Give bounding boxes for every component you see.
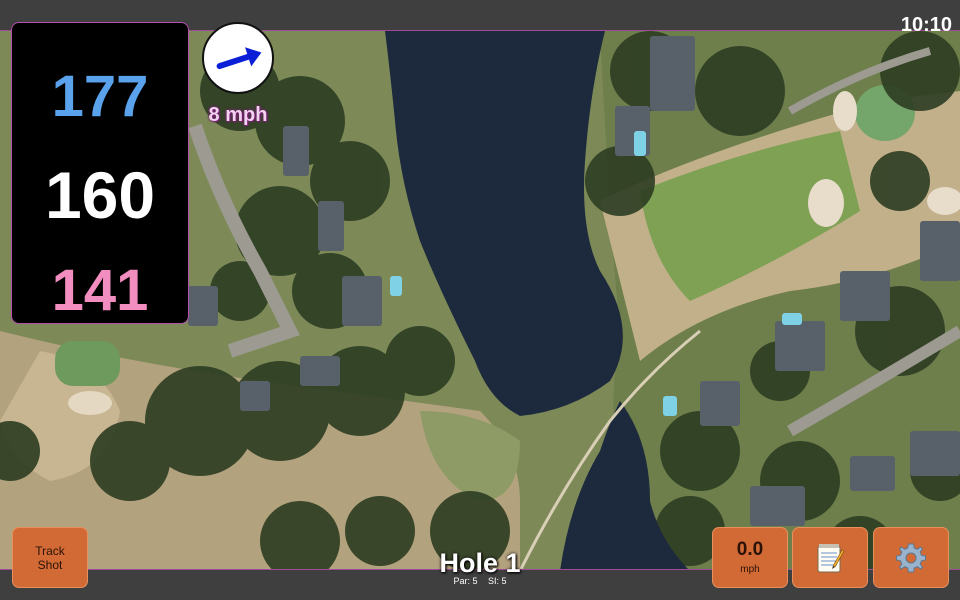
speed-button[interactable]: 0.0 mph xyxy=(712,527,788,588)
track-shot-label: Track Shot xyxy=(35,543,65,572)
speed-unit: mph xyxy=(740,564,760,575)
hole-stroke-index: SI: 5 xyxy=(488,576,507,586)
track-shot-button[interactable]: Track Shot xyxy=(12,527,88,588)
front-yardage: 141 xyxy=(51,258,149,323)
gear-icon xyxy=(896,543,926,572)
middle-yardage: 160 xyxy=(44,158,156,232)
wind-speed-label: 8 mph xyxy=(208,104,268,126)
back-yardage: 177 xyxy=(51,64,149,129)
hole-info: Par: 5 SI: 5 xyxy=(380,576,580,586)
notes-button[interactable] xyxy=(792,527,868,588)
settings-button[interactable] xyxy=(873,527,949,588)
wind-indicator[interactable] xyxy=(202,22,274,94)
notepad-icon xyxy=(817,543,845,572)
hole-title: Hole 1 xyxy=(439,548,521,578)
yardage-panel[interactable]: 177 160 141 xyxy=(11,22,189,324)
hole-par: Par: 5 xyxy=(453,576,478,586)
status-clock: 10:10 xyxy=(900,14,952,36)
wind-direction-arrow-icon xyxy=(216,47,262,70)
speed-value: 0.0 xyxy=(736,539,764,560)
